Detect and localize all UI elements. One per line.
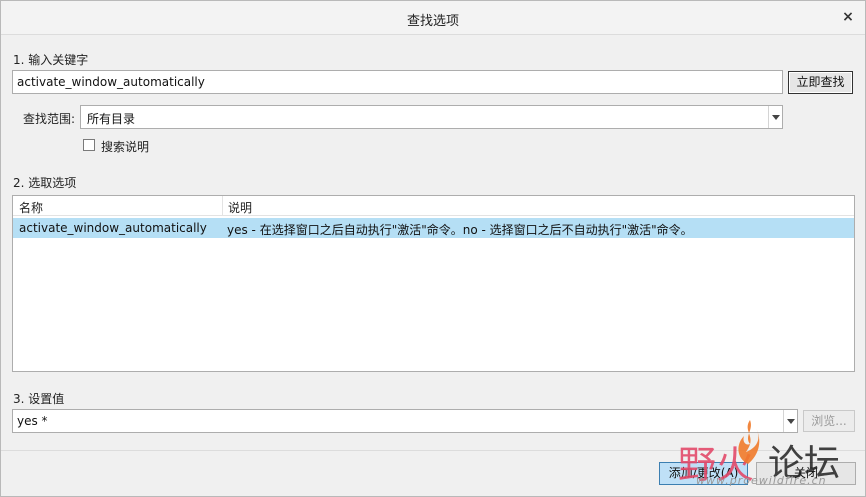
close-icon[interactable]: × [839,8,857,26]
row-name-cell: activate_window_automatically [19,221,207,235]
flame-icon [738,420,760,464]
search-description-label: 搜索说明 [101,140,150,154]
find-now-button[interactable]: 立即查找 [788,71,853,94]
value-selected: yes * [17,414,48,428]
options-table: 名称 说明 activate_window_automatically yes … [12,195,855,372]
row-description-cell: yes - 在选择窗口之后自动执行"激活"命令。no - 选择窗口之后不自动执行… [227,223,693,237]
set-value-section-label: 3. 设置值 [13,392,65,406]
scope-dropdown[interactable]: 所有目录 [80,105,783,129]
watermark-url: www.proewildfire.cn [696,474,827,487]
keyword-input[interactable]: activate_window_automatically [12,70,783,94]
column-header-description[interactable]: 说明 [228,199,252,216]
scope-label: 查找范围: [23,112,76,126]
dialog-title: 查找选项 [406,14,459,29]
scope-selected-value: 所有目录 [87,112,136,126]
title-bar: 查找选项 × [1,1,865,35]
table-row[interactable]: activate_window_automatically yes - 在选择窗… [13,218,854,238]
chevron-down-icon[interactable] [768,106,782,128]
search-description-checkbox[interactable] [83,139,95,151]
options-section-label: 2. 选取选项 [13,176,77,190]
forum-watermark-logo: 野火 论坛 www.proewildfire.cn [676,416,866,497]
keyword-section-label: 1. 输入关键字 [13,53,89,67]
column-divider[interactable] [222,196,223,216]
column-header-name[interactable]: 名称 [19,199,43,216]
table-header: 名称 说明 [13,196,854,216]
